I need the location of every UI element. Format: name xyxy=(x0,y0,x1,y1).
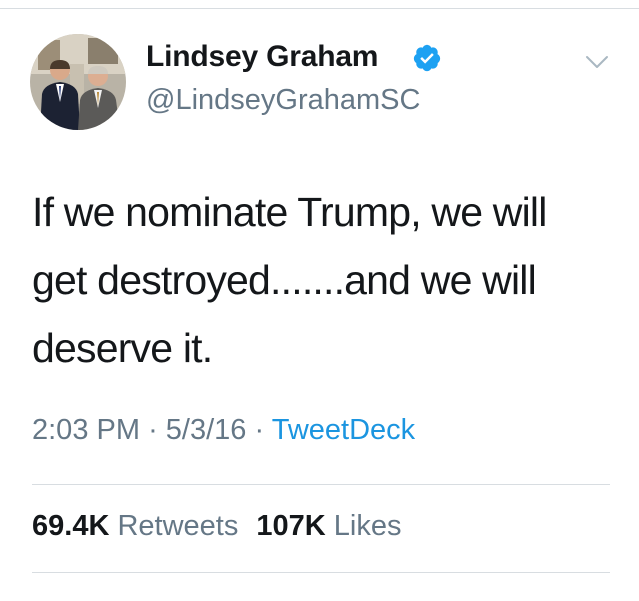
tweet-text-line: get destroyed.......and we will xyxy=(32,257,537,303)
retweets-label: Retweets xyxy=(117,510,239,542)
tweet-meta: 2:03 PM · 5/3/16 · TweetDeck xyxy=(32,414,415,447)
tweet-card: Lindsey Graham @LindseyGrahamSC If we no… xyxy=(0,0,639,601)
retweets-count: 69.4K xyxy=(32,510,110,542)
avatar[interactable] xyxy=(30,34,126,130)
tweet-text: If we nominate Trump, we will get destro… xyxy=(32,178,622,382)
tweet-source-link[interactable]: TweetDeck xyxy=(272,414,415,446)
likes-count: 107K xyxy=(256,510,326,542)
likes-stat[interactable]: 107K Likes xyxy=(256,510,401,542)
avatar-photo xyxy=(30,34,126,130)
tweet-stats: 69.4K Retweets 107K Likes xyxy=(32,510,412,543)
tweet-text-line: If we nominate Trump, we will xyxy=(32,189,547,235)
tweet-text-line: deserve it. xyxy=(32,325,213,371)
divider xyxy=(32,572,610,573)
tweet-date[interactable]: 5/3/16 xyxy=(166,414,247,446)
chevron-down-icon[interactable] xyxy=(585,54,609,70)
retweets-stat[interactable]: 69.4K Retweets xyxy=(32,510,246,542)
verified-badge-icon xyxy=(413,44,441,72)
meta-separator: · xyxy=(254,414,265,446)
meta-separator: · xyxy=(148,414,158,446)
divider xyxy=(32,484,610,485)
username-handle[interactable]: @LindseyGrahamSC xyxy=(146,84,420,117)
likes-label: Likes xyxy=(333,510,402,542)
tweet-time[interactable]: 2:03 PM xyxy=(32,414,140,446)
display-name[interactable]: Lindsey Graham xyxy=(146,40,378,74)
